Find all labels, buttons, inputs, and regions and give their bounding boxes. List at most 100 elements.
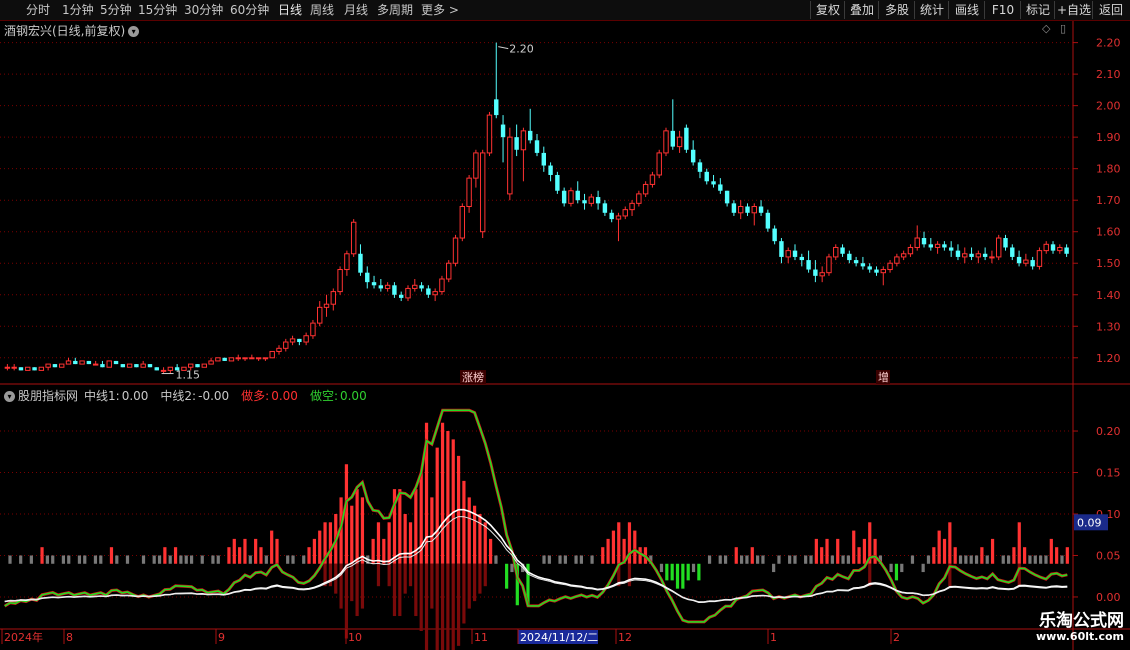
candle-body — [195, 364, 200, 368]
candle-body — [412, 284, 418, 289]
candle-body — [609, 212, 614, 220]
tool-button-7[interactable]: +自选 — [1054, 1, 1093, 19]
candle-body — [690, 149, 696, 163]
candle-body — [1043, 243, 1049, 252]
candle-body — [262, 357, 269, 360]
candle-body — [718, 184, 723, 191]
candle-body — [269, 350, 275, 359]
candle-body — [235, 357, 241, 360]
tool-button-4[interactable]: 画线 — [948, 1, 985, 19]
current-value-label: 0.09 — [1077, 516, 1102, 529]
period-tab-4[interactable]: 30分钟 — [184, 2, 223, 18]
candle-body — [1023, 259, 1029, 264]
stock-chart[interactable]: 2.20 2.10 2.00 1.90 1.80 1.70 1.60 1.50 1.40 1.30… — [0, 0, 1130, 650]
candle-body — [785, 250, 791, 258]
tool-button-1[interactable]: 叠加 — [844, 1, 879, 19]
candle-body — [228, 357, 235, 362]
candle-body — [826, 256, 832, 274]
candle-body — [371, 282, 377, 286]
date-label: 8 — [66, 631, 73, 644]
candle-body — [350, 221, 357, 255]
current-value-badge — [1074, 514, 1108, 531]
candle-body — [494, 99, 499, 116]
candle-body — [853, 260, 859, 264]
indicator-tick-label: 0.05 — [1096, 549, 1121, 562]
indicator-tick-label: 0.00 — [1096, 591, 1121, 604]
candle-body — [860, 263, 866, 267]
period-tab-6[interactable]: 日线 — [278, 2, 302, 18]
indicator-item-label: 做空: — [309, 389, 338, 403]
watermark-url: www.60lt.com — [1035, 630, 1124, 643]
period-tab-0[interactable]: 分时 — [26, 2, 50, 18]
candle-body — [283, 341, 289, 349]
date-label: 12 — [618, 631, 632, 644]
tool-button-8[interactable]: 返回 — [1092, 1, 1129, 19]
date-label: 9 — [218, 631, 225, 644]
candle-body — [392, 285, 397, 295]
period-tab-9[interactable]: 多周期 — [377, 2, 413, 18]
candle-body — [140, 363, 146, 368]
candle-body — [514, 137, 519, 150]
diamond-icon[interactable]: ◇ — [1042, 22, 1050, 35]
chevron-down-icon[interactable]: ▾ — [128, 26, 140, 37]
candle-body — [65, 360, 72, 365]
stock-name-label: 酒钢宏兴(日线,前复权) — [4, 24, 126, 38]
tool-button-6[interactable]: 标记 — [1020, 1, 1055, 19]
candle-body — [52, 364, 58, 368]
period-tab-7[interactable]: 周线 — [310, 2, 334, 18]
candle-body — [934, 243, 941, 248]
candle-body — [772, 228, 777, 242]
candle-body — [867, 266, 872, 270]
tool-button-0[interactable]: 复权 — [810, 1, 845, 19]
candle-body — [317, 306, 323, 324]
candle-body — [751, 206, 757, 214]
candle-body — [147, 364, 153, 368]
candle-body — [32, 367, 37, 371]
period-tab-10[interactable]: 更多 > — [421, 2, 459, 18]
stock-title[interactable]: 酒钢宏兴(日线,前复权) ▾ — [4, 22, 140, 39]
candle-body — [79, 360, 85, 365]
panel-toggle-icon[interactable]: ▯ — [1060, 22, 1066, 35]
indicator-title: ▾ 股朋指标网 中线1: 0.00 中线2: -0.00 做多: 0.00 做空: 0.00 — [4, 387, 385, 404]
period-tab-1[interactable]: 1分钟 — [62, 2, 94, 18]
candle-body — [799, 256, 805, 261]
candle-body — [1036, 250, 1043, 267]
candle-body — [711, 181, 716, 185]
candle-body — [432, 291, 438, 296]
candle-body — [656, 152, 662, 176]
period-tab-3[interactable]: 15分钟 — [138, 2, 177, 18]
candle-body — [894, 256, 900, 264]
candle-body — [358, 253, 363, 273]
max-price-label: 2.20 — [509, 43, 533, 56]
candle-body — [276, 347, 282, 352]
tool-button-5[interactable]: F10 — [984, 1, 1021, 19]
indicator-item-label: 做多: — [241, 389, 270, 403]
candle-body — [819, 272, 825, 277]
candle-body — [996, 237, 1002, 258]
period-tab-5[interactable]: 60分钟 — [230, 2, 269, 18]
candle-body — [561, 190, 567, 204]
candle-body — [555, 174, 560, 191]
candle-body — [948, 247, 954, 251]
tool-button-3[interactable]: 统计 — [914, 1, 949, 19]
period-tab-2[interactable]: 5分钟 — [100, 2, 132, 18]
candle-body — [1050, 244, 1056, 251]
candle-body — [365, 272, 370, 283]
candle-body — [1057, 246, 1063, 252]
candle-body — [426, 288, 431, 295]
candle-body — [921, 238, 927, 245]
candle-body — [534, 140, 540, 153]
candle-body — [758, 206, 764, 213]
chevron-down-icon[interactable]: ▾ — [4, 391, 15, 402]
candle-body — [1003, 238, 1008, 248]
candle-body — [466, 177, 472, 207]
candle-body — [962, 253, 968, 258]
date-highlight-bg — [518, 630, 598, 644]
tool-button-2[interactable]: 多股 — [878, 1, 915, 19]
indicator-name[interactable]: 股朋指标网 — [18, 389, 78, 403]
candle-body — [792, 250, 798, 257]
candle-body — [588, 196, 595, 204]
indicator-item-label: 中线1: — [84, 389, 120, 403]
price-tick-label: 1.60 — [1096, 226, 1121, 239]
period-tab-8[interactable]: 月线 — [344, 2, 368, 18]
